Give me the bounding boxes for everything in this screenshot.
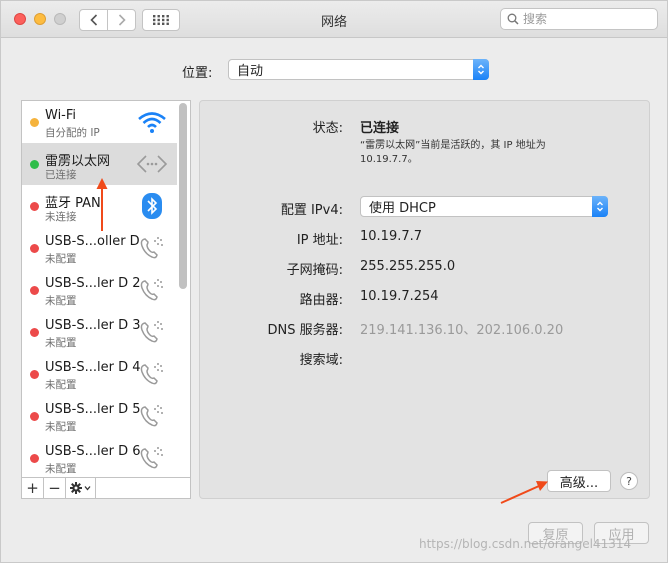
ip-address-value: 10.19.7.7 [360,229,423,244]
service-row[interactable]: USB-S...ler D 5 未配置 [22,395,177,437]
service-name: USB-S...ler D 4 [45,360,141,375]
service-detail-panel: 状态: 已连接 “雷雳以太网”当前是活跃的，其 IP 地址为 10.19.7.7… [199,100,650,499]
location-popup[interactable]: 自动 [228,59,489,80]
service-name: USB-S...ler D 6 [45,444,141,459]
phone-icon [134,401,170,431]
title-bar: 网络 [1,1,667,38]
service-name: USB-S...oller D [45,234,140,249]
service-row[interactable]: USB-S...ler D 2 未配置 [22,269,177,311]
advanced-button[interactable]: 高级... [547,470,611,492]
service-status: 已连接 [45,169,77,181]
popup-arrows-icon [592,196,608,217]
service-status: 未连接 [45,211,77,223]
dns-server-value: 219.141.136.10、202.106.0.20 [360,323,564,338]
status-dot [30,286,39,295]
location-value: 自动 [237,64,264,79]
search-icon [507,13,519,25]
phone-icon [134,275,170,305]
service-status: 未配置 [45,421,77,433]
status-dot [30,160,39,169]
service-name: USB-S...ler D 2 [45,276,141,291]
annotation-arrow-up [96,178,108,231]
service-status: 未配置 [45,337,77,349]
search-domain-label: 搜索域: [299,353,343,368]
search-input[interactable] [523,12,643,26]
annotation-arrow-right [500,481,548,504]
status-dot [30,244,39,253]
search-field[interactable] [500,8,658,30]
status-dot [30,328,39,337]
gear-icon [69,482,90,494]
service-status: 未配置 [45,253,77,265]
ip-address-label: IP 地址: [296,233,343,248]
add-service-button[interactable]: + [22,478,44,498]
status-value: 已连接 [360,121,400,136]
status-dot [30,370,39,379]
phone-icon [134,317,170,347]
status-dot [30,412,39,421]
wifi-icon [134,107,170,137]
status-dot [30,202,39,211]
subnet-mask-label: 子网掩码: [286,263,343,278]
help-button[interactable]: ? [620,472,638,490]
status-label: 状态: [312,121,343,136]
configure-ipv4-popup[interactable]: 使用 DHCP [360,196,608,217]
popup-arrows-icon [473,59,489,80]
phone-icon [134,233,170,263]
phone-icon [134,443,170,473]
service-list: Wi-Fi 自分配的 IP 雷雳以太网 已连接 蓝牙 PAN 未连接 USB-S...oll… [21,100,191,499]
status-dot [30,454,39,463]
dns-server-label: DNS 服务器: [267,323,344,338]
service-status: 未配置 [45,379,77,391]
service-name: USB-S...ler D 5 [45,402,141,417]
subnet-mask-value: 255.255.255.0 [360,259,456,274]
location-label: 位置: [182,66,213,81]
service-row[interactable]: Wi-Fi 自分配的 IP [22,101,177,143]
service-row[interactable]: USB-S...ler D 4 未配置 [22,353,177,395]
sidebar-scrollbar[interactable] [179,103,187,289]
bluetooth-icon [134,191,170,221]
status-note: “雷雳以太网”当前是活跃的，其 IP 地址为 10.19.7.7。 [360,140,546,165]
remove-service-button[interactable]: − [44,478,66,498]
service-list-controls: + − [22,477,190,498]
ethernet-icon [134,149,170,179]
service-row[interactable]: USB-S...ler D 6 未配置 [22,437,177,479]
service-name: USB-S...ler D 3 [45,318,141,333]
network-preferences-window: 网络 位置: 自动 Wi-Fi自分配的 IP雷雳以太网已连接蓝牙 PAN未连接U… [0,0,668,563]
service-status: 未配置 [45,463,77,475]
service-row[interactable]: USB-S...oller D 未配置 [22,227,177,269]
configure-ipv4-value: 使用 DHCP [369,201,436,216]
service-status: 自分配的 IP [45,127,100,139]
router-label: 路由器: [299,293,343,308]
configure-ipv4-label: 配置 IPv4: [280,203,343,218]
status-dot [30,118,39,127]
service-status: 未配置 [45,295,77,307]
service-name: Wi-Fi [45,108,77,123]
router-value: 10.19.7.254 [360,289,439,304]
watermark: https://blog.csdn.net/orangel41314 [419,537,632,551]
service-row[interactable]: USB-S...ler D 3 未配置 [22,311,177,353]
action-menu-button[interactable] [66,478,96,498]
phone-icon [134,359,170,389]
